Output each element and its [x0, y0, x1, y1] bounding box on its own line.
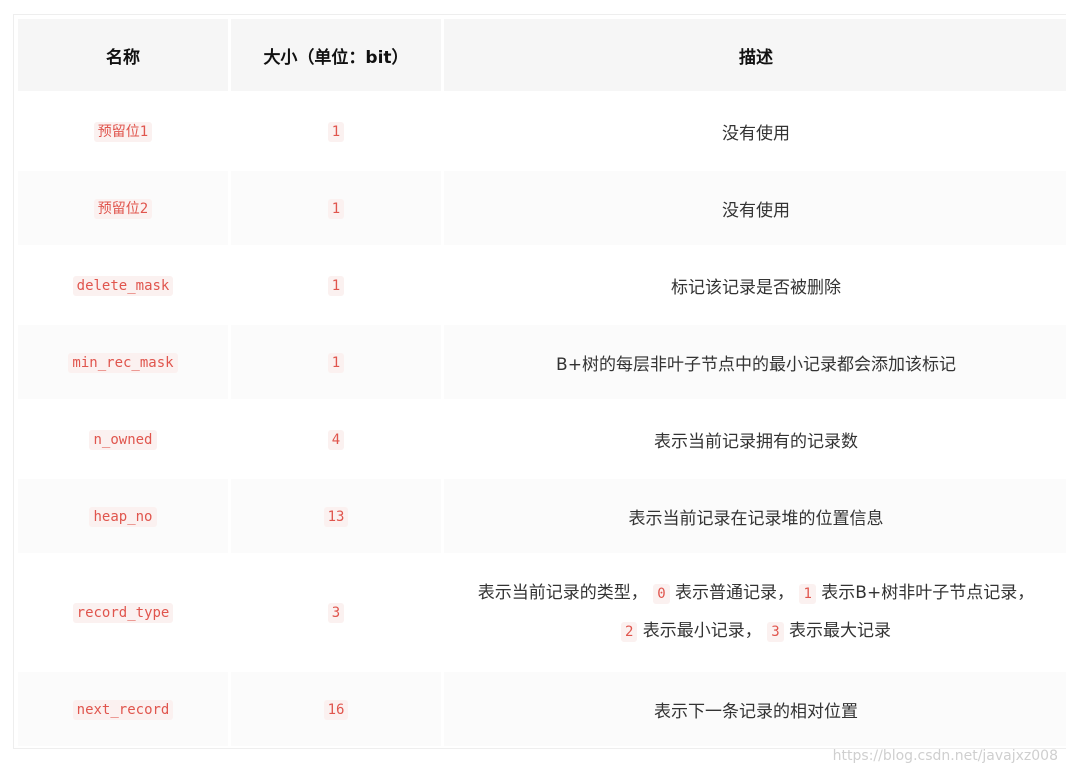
desc-text: 表示最大记录: [789, 620, 892, 641]
cell-description: B+树的每层非叶子节点中的最小记录都会添加该标记: [444, 325, 1066, 399]
value-code: 1: [799, 583, 816, 604]
desc-text: 表示最小记录，: [642, 620, 762, 641]
cell-name: heap_no: [18, 479, 228, 553]
cell-name: 预留位2: [18, 171, 228, 245]
cell-description: 表示当前记录拥有的记录数: [444, 402, 1066, 476]
field-size-code: 4: [327, 430, 345, 450]
field-name-code: next_record: [72, 700, 174, 720]
field-size-code: 1: [327, 199, 345, 219]
field-name-code: record_type: [72, 602, 174, 623]
value-code: 0: [653, 583, 670, 604]
field-size-code: 1: [327, 122, 345, 142]
cell-name: record_type: [18, 556, 228, 669]
desc-text: 表示B+树非叶子节点记录，: [821, 582, 1035, 603]
table-row: heap_no 13 表示当前记录在记录堆的位置信息: [18, 479, 1066, 553]
field-name-code: delete_mask: [72, 276, 174, 296]
cell-description: 表示当前记录在记录堆的位置信息: [444, 479, 1066, 553]
cell-size: 13: [231, 479, 441, 553]
field-name-code: heap_no: [89, 507, 157, 527]
header-description: 描述: [444, 19, 1066, 91]
field-size-code: 3: [327, 602, 345, 623]
cell-description: 没有使用: [444, 94, 1066, 168]
header-name: 名称: [18, 19, 228, 91]
cell-name: 预留位1: [18, 94, 228, 168]
cell-description: 表示下一条记录的相对位置: [444, 672, 1066, 746]
cell-size: 1: [231, 171, 441, 245]
cell-description: 表示当前记录的类型， 0 表示普通记录， 1 表示B+树非叶子节点记录， 2 表…: [444, 556, 1066, 669]
field-name-code: 预留位1: [93, 122, 153, 142]
cell-name: next_record: [18, 672, 228, 746]
table-header-row: 名称 大小（单位：bit） 描述: [18, 19, 1066, 91]
desc-text: 表示当前记录的类型，: [477, 582, 648, 603]
record-header-table-container: 名称 大小（单位：bit） 描述 预留位1 1 没有使用 预留位2 1 没有使用…: [13, 14, 1066, 749]
cell-description: 标记该记录是否被删除: [444, 248, 1066, 322]
cell-size: 16: [231, 672, 441, 746]
cell-size: 1: [231, 248, 441, 322]
cell-description: 没有使用: [444, 171, 1066, 245]
field-size-code: 1: [327, 276, 345, 296]
table-row: delete_mask 1 标记该记录是否被删除: [18, 248, 1066, 322]
table-row: record_type 3 表示当前记录的类型， 0 表示普通记录， 1 表示B…: [18, 556, 1066, 669]
value-code: 2: [620, 621, 638, 642]
cell-name: delete_mask: [18, 248, 228, 322]
cell-size: 1: [231, 94, 441, 168]
header-size: 大小（单位：bit）: [231, 19, 441, 91]
cell-size: 1: [231, 325, 441, 399]
field-name-code: min_rec_mask: [68, 353, 178, 373]
value-code: 3: [767, 621, 784, 642]
cell-size: 3: [231, 556, 441, 669]
field-size-code: 13: [323, 507, 349, 527]
field-name-code: n_owned: [89, 430, 157, 450]
field-name-code: 预留位2: [93, 199, 153, 219]
table-row: 预留位1 1 没有使用: [18, 94, 1066, 168]
record-header-table: 名称 大小（单位：bit） 描述 预留位1 1 没有使用 预留位2 1 没有使用…: [15, 16, 1066, 748]
table-row: next_record 16 表示下一条记录的相对位置: [18, 672, 1066, 746]
field-size-code: 16: [323, 700, 349, 720]
cell-size: 4: [231, 402, 441, 476]
table-row: 预留位2 1 没有使用: [18, 171, 1066, 245]
cell-name: n_owned: [18, 402, 228, 476]
table-row: n_owned 4 表示当前记录拥有的记录数: [18, 402, 1066, 476]
desc-text: 表示普通记录，: [675, 582, 795, 603]
cell-name: min_rec_mask: [18, 325, 228, 399]
table-row: min_rec_mask 1 B+树的每层非叶子节点中的最小记录都会添加该标记: [18, 325, 1066, 399]
field-size-code: 1: [327, 353, 345, 373]
watermark-url: https://blog.csdn.net/javajxz008: [832, 748, 1058, 764]
